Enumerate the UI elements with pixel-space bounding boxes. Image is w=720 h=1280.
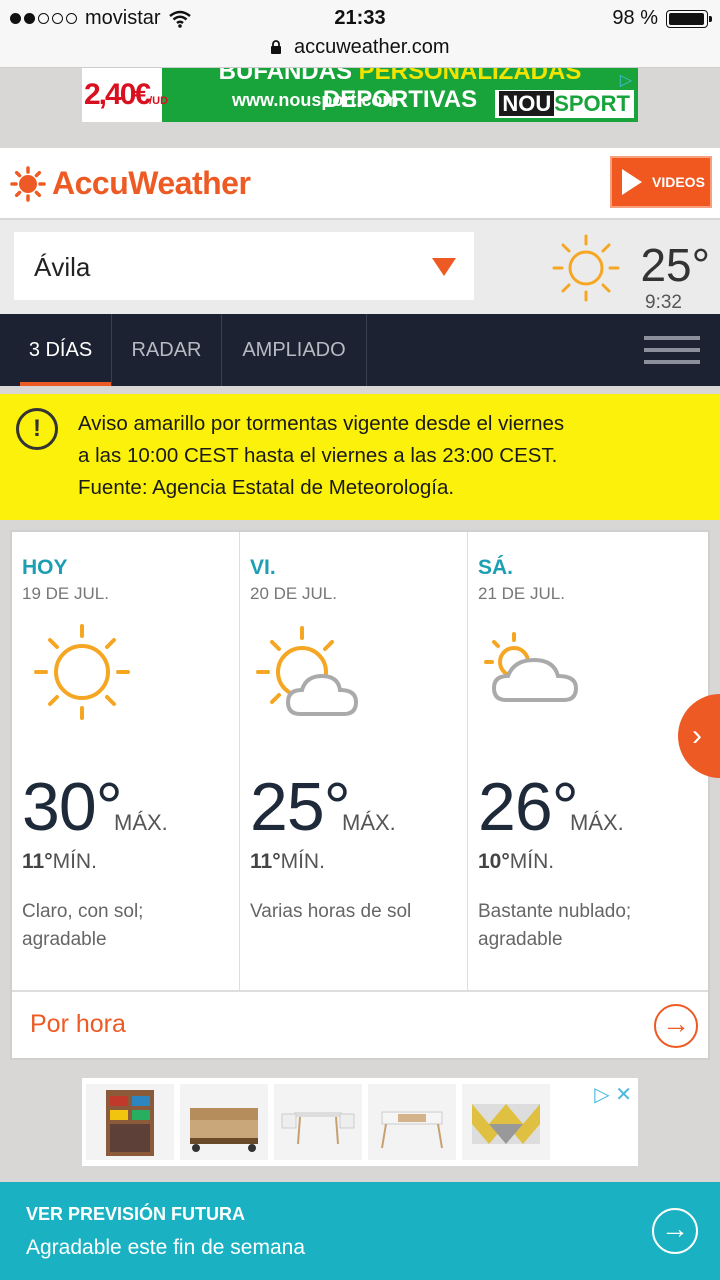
sun-icon [34,624,130,720]
tab-ampliado[interactable]: AMPLIADO [222,314,367,386]
forecast-card: HOY 19 DE JUL. 30° MÁX. 11°MÍN. Claro, c… [10,530,710,1060]
location-name: Ávila [34,252,91,282]
ad-furniture-image[interactable] [86,1084,174,1160]
day-date: 19 DE JUL. [22,584,109,603]
forecast-days: HOY 19 DE JUL. 30° MÁX. 11°MÍN. Claro, c… [12,532,708,990]
tab-radar[interactable]: RADAR [112,314,222,386]
warning-icon: ! [16,408,58,450]
forecast-day[interactable]: SÁ. 21 DE JUL. 26° MÁX. 10°MÍN. Bastante… [468,532,696,990]
ad-furniture-image[interactable] [180,1084,268,1160]
max-temp: 25° [250,769,351,845]
min-temp: 10°MÍN. [478,850,555,873]
day-description: Bastante nublado; agradable [478,901,632,950]
current-conditions[interactable]: 25° 9:32 [550,228,710,313]
adchoices-icon[interactable]: ▷ [620,70,632,90]
weather-alert[interactable]: ! Aviso amarillo por tormentas vigente d… [0,394,720,520]
bottom-ad-banner[interactable]: ▷ ✕ [82,1078,638,1166]
nav-bar: 3 DÍAS RADAR AMPLIADO [0,314,720,386]
future-forecast-banner[interactable]: VER PREVISIÓN FUTURA Agradable este fin … [0,1182,720,1280]
url-text: accuweather.com [293,36,450,59]
status-bar: movistar 21:33 98 % [0,0,720,36]
forecast-day[interactable]: VI. 20 DE JUL. 25° MÁX. 11°MÍN. Varias h… [240,532,468,990]
max-temp: 26° [478,769,579,845]
current-temperature: 25° [640,239,710,291]
tab-3-dias[interactable]: 3 DÍAS [10,314,112,386]
ad-brand-logo: NOU SPORT [495,90,634,118]
page: movistar 21:33 98 % accuweather.com 2,40… [0,0,720,1280]
hourly-link[interactable]: Por hora → [12,990,708,1058]
ad-site: www.nousport.com [232,90,399,110]
max-label: MÁX. [114,810,168,835]
day-date: 20 DE JUL. [250,584,337,603]
battery-icon [666,9,712,28]
mostly-cloudy-icon [484,632,579,702]
current-time: 9:32 [645,292,682,313]
day-description: Varias horas de sol [250,901,412,922]
footer-title: VER PREVISIÓN FUTURA [26,1204,246,1224]
day-date: 21 DE JUL. [478,584,565,603]
ad-furniture-image[interactable] [368,1084,456,1160]
ad-furniture-image[interactable] [462,1084,550,1160]
day-name: VI. [250,556,276,579]
chevron-right-icon: › [692,719,702,752]
hamburger-menu-icon[interactable] [644,336,700,364]
min-temp: 11°MÍN. [250,850,325,873]
max-label: MÁX. [342,810,396,835]
partly-sunny-icon [256,626,359,716]
max-temp: 30° [22,769,123,845]
day-description: Claro, con sol; agradable [22,901,144,950]
battery-percent: 98 % [612,7,658,29]
battery-info: 98 % [612,7,712,30]
top-ad-banner[interactable]: 2,40€/UD BUFANDAS PERSONALIZADAS DEPORTI… [82,68,638,122]
day-name: SÁ. [478,556,514,579]
min-temp: 11°MÍN. [22,850,97,873]
arrow-right-icon: → [654,1004,698,1048]
url-bar[interactable]: accuweather.com [0,36,720,68]
play-icon [622,169,642,195]
alert-text: Aviso amarillo por tormentas vigente des… [78,412,565,499]
max-label: MÁX. [570,810,624,835]
hourly-label: Por hora [30,1010,126,1038]
sun-logo-icon [10,165,46,202]
ad-close-icon[interactable]: ▷ ✕ [594,1082,632,1107]
videos-button[interactable]: VIDEOS [610,156,712,208]
lock-icon [271,40,282,55]
site-header: AccuWeather VIDEOS [0,148,720,218]
accuweather-logo[interactable]: AccuWeather [10,165,251,202]
day-name: HOY [22,556,68,579]
ad-price: 2,40€/UD [82,68,168,122]
location-row: Ávila 25° 9:32 [0,220,720,314]
footer-subtitle: Agradable este fin de semana [26,1236,306,1259]
logo-text: AccuWeather [52,165,251,201]
chevron-down-icon [432,258,456,276]
location-dropdown[interactable]: Ávila [14,232,474,300]
current-sun-icon [552,234,620,302]
ad-furniture-image[interactable] [274,1084,362,1160]
forecast-day[interactable]: HOY 19 DE JUL. 30° MÁX. 11°MÍN. Claro, c… [12,532,240,990]
arrow-right-icon: → [652,1208,698,1254]
